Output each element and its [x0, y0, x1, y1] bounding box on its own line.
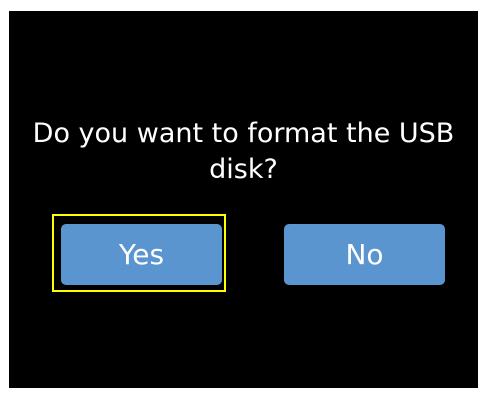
- yes-button[interactable]: Yes: [61, 224, 222, 285]
- dialog-message: Do you want to format the USB disk?: [32, 118, 455, 185]
- format-dialog: Do you want to format the USB disk? Yes …: [9, 11, 478, 388]
- no-button[interactable]: No: [284, 224, 445, 285]
